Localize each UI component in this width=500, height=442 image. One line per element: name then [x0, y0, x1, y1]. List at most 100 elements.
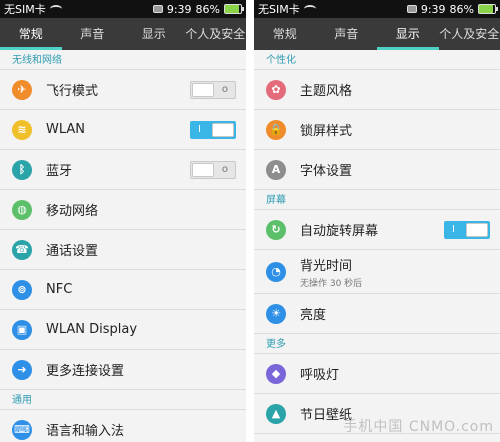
status-bar: 无SIM卡 9:39 86% — [254, 0, 500, 18]
row-text: 蓝牙 — [46, 160, 190, 179]
keyboard-icon: ⌨ — [12, 419, 32, 440]
row-text: 呼吸灯 — [300, 364, 490, 383]
toggle-knob — [192, 162, 214, 177]
row-text: 主题风格 — [300, 80, 490, 99]
tab-2[interactable]: 声音 — [316, 18, 378, 50]
image-notification-icon — [152, 5, 163, 13]
globe-icon: ◍ — [12, 199, 32, 220]
settings-list: 无线和网络 ✈ 飞行模式 ≋ WLAN ᛒ 蓝牙 ◍ 移动网络 ☎ 通话设置 ⊚ NFC ▣ WLAN Di… — [0, 50, 246, 442]
settings-row[interactable]: ➜ 更多连接设置 — [0, 350, 246, 390]
tab-1[interactable]: 常规 — [0, 18, 62, 50]
tab-4[interactable]: 个人及安全 — [185, 18, 247, 50]
settings-row[interactable]: ▣ WLAN Display — [0, 310, 246, 350]
row-text: 字体设置 — [300, 160, 490, 179]
settings-row[interactable]: ⊚ NFC — [0, 270, 246, 310]
row-text: 语言和输入法 — [46, 420, 236, 439]
tab-4[interactable]: 个人及安全 — [439, 18, 500, 50]
section-header: 个性化 — [254, 50, 500, 70]
toggle-knob — [192, 82, 214, 97]
row-label: WLAN Display — [46, 322, 138, 337]
section-header: 无线和网络 — [0, 50, 246, 70]
settings-row[interactable]: ≋ WLAN — [0, 110, 246, 150]
rotate-icon: ↻ — [266, 219, 286, 240]
nfc-icon: ⊚ — [12, 279, 32, 300]
settings-panel-left: 无SIM卡 9:39 86% 常规声音显示个人及安全 无线和网络 ✈ 飞行模式 ≋ WL… — [0, 0, 246, 442]
row-label: 通话设置 — [46, 244, 99, 259]
row-label: 锁屏样式 — [300, 124, 353, 139]
timer-icon: ◔ — [266, 261, 286, 282]
settings-row[interactable]: A 字体设置 — [254, 150, 500, 190]
settings-row[interactable]: ☀ 亮度 — [254, 294, 500, 334]
wifi-status-icon — [49, 5, 62, 13]
row-label: NFC — [46, 282, 73, 297]
row-text: 通话设置 — [46, 240, 236, 259]
settings-panel-right: 无SIM卡 9:39 86% 常规 声音 显示 个人及安全 个性化 ✿ 主题风格 🔒 锁屏样式… — [254, 0, 500, 442]
settings-row[interactable]: ✈ 飞行模式 — [0, 70, 246, 110]
toggle-knob — [212, 122, 234, 137]
lock-icon: 🔒 — [266, 119, 286, 140]
settings-row[interactable]: 🔒 锁屏样式 — [254, 110, 500, 150]
battery-percent: 86% — [449, 2, 474, 16]
row-text: WLAN Display — [46, 322, 236, 337]
row-label: 字体设置 — [300, 164, 353, 179]
flower-icon: ✿ — [266, 79, 286, 100]
row-text: 自动旋转屏幕 — [300, 220, 444, 239]
toggle-knob — [466, 222, 488, 237]
screenshot-compare: 无SIM卡 9:39 86% 常规声音显示个人及安全 无线和网络✈飞行模式≋WL… — [0, 0, 500, 442]
tab-3[interactable]: 显示 — [377, 18, 439, 50]
row-text: 锁屏样式 — [300, 120, 490, 139]
settings-row[interactable]: ☎ 通话设置 — [0, 230, 246, 270]
toggle-switch[interactable] — [190, 120, 236, 139]
row-label: 自动旋转屏幕 — [300, 224, 379, 239]
row-label: WLAN — [46, 122, 86, 137]
row-text: NFC — [46, 282, 236, 297]
clock: 9:39 — [166, 2, 192, 16]
bluetooth-icon: ᛒ — [12, 159, 32, 180]
row-label: 更多连接设置 — [46, 364, 125, 379]
settings-row[interactable]: ⌨ 语言和输入法 — [0, 410, 246, 442]
settings-row[interactable]: ◍ 移动网络 — [0, 190, 246, 230]
breathing-light-icon: ◆ — [266, 363, 286, 384]
clock: 9:39 — [420, 2, 446, 16]
row-label: 蓝牙 — [46, 164, 73, 179]
tab-bar: 常规 声音 显示 个人及安全 — [0, 18, 246, 50]
carrier-label: 无SIM卡 — [258, 3, 300, 16]
row-text: 更多连接设置 — [46, 360, 236, 379]
row-label: 飞行模式 — [46, 84, 99, 99]
toggle-switch[interactable] — [190, 80, 236, 99]
tab-2[interactable]: 声音 — [62, 18, 124, 50]
row-sublabel: 无操作 30 秒后 — [300, 278, 363, 289]
battery-percent: 86% — [195, 2, 220, 16]
row-label: 语言和输入法 — [46, 424, 125, 439]
wifi-status-icon — [303, 5, 316, 13]
status-bar: 无SIM卡 9:39 86% — [0, 0, 246, 18]
row-label: 呼吸灯 — [300, 368, 340, 383]
display-icon: ▣ — [12, 319, 32, 340]
tree-icon: ▲ — [266, 403, 286, 424]
font-icon: A — [266, 159, 286, 180]
row-label: 背光时间 — [300, 258, 353, 274]
phone-icon: ☎ — [12, 239, 32, 260]
row-label: 主题风格 — [300, 84, 353, 99]
settings-row[interactable]: ↻ 自动旋转屏幕 — [254, 210, 500, 250]
tab-3[interactable]: 显示 — [123, 18, 185, 50]
settings-row[interactable]: ◆ 呼吸灯 — [254, 354, 500, 394]
section-header: 更多 — [254, 334, 500, 354]
settings-row[interactable]: ᛒ 蓝牙 — [0, 150, 246, 190]
row-text: 背光时间无操作 30 秒后 — [300, 255, 490, 289]
battery-icon — [478, 4, 498, 14]
settings-row[interactable]: ✿ 主题风格 — [254, 70, 500, 110]
arrow-icon: ➜ — [12, 359, 32, 380]
watermark: 手机中国 CNMO.com — [343, 419, 494, 435]
tab-bar: 常规 声音 显示 个人及安全 — [254, 18, 500, 50]
settings-row[interactable]: ◔ 背光时间无操作 30 秒后 — [254, 250, 500, 294]
row-text: 亮度 — [300, 304, 490, 323]
row-text: 飞行模式 — [46, 80, 190, 99]
row-text: WLAN — [46, 122, 190, 137]
toggle-switch[interactable] — [190, 160, 236, 179]
tab-1[interactable]: 常规 — [254, 18, 316, 50]
brightness-icon: ☀ — [266, 303, 286, 324]
section-header: 屏幕 — [254, 190, 500, 210]
battery-icon — [224, 4, 244, 14]
toggle-switch[interactable] — [444, 220, 490, 239]
